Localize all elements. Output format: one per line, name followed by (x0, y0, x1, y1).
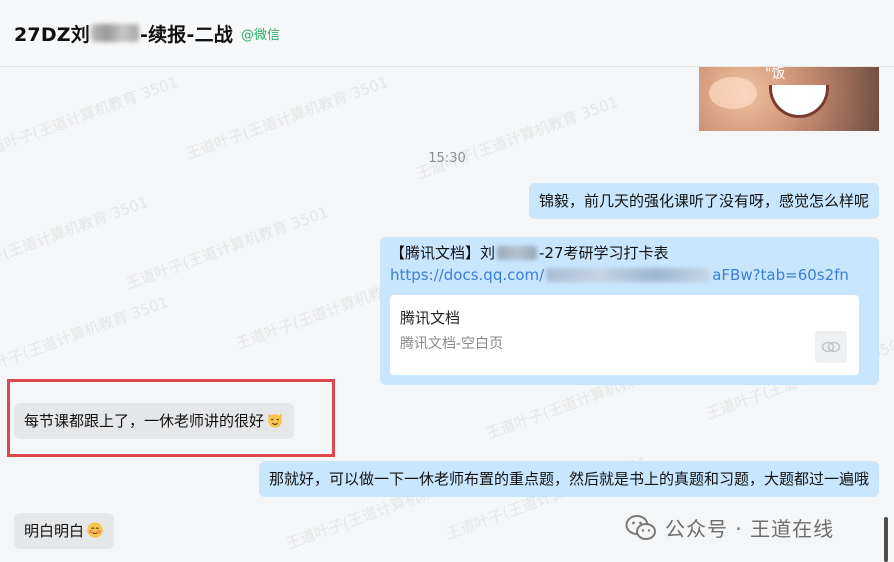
message-list[interactable]: 王道叶子(王道计算机教育 3501 王道叶子(王道计算机教育 3501 王道叶子… (0, 67, 894, 562)
doc-link-prefix[interactable]: https://docs.qq.com/ (390, 264, 544, 286)
watermark: 王道叶子(王道计算机教育 3501 (123, 202, 331, 293)
doc-title-suffix: -27考研学习打卡表 (539, 244, 669, 262)
message-bubble-self[interactable]: 锦毅，前几天的强化课听了没有呀，感觉怎么样呢 (528, 183, 879, 219)
official-account-label: 公众号 · 王道在线 (665, 517, 835, 541)
watermark: 王道叶子(王道计算机教育 3501 (0, 292, 171, 383)
photo-smile (769, 85, 829, 118)
watermark: 王道叶子(王道计算机教育 3501 (413, 92, 621, 183)
blushing-smile-emoji-icon (87, 522, 103, 538)
doc-link-suffix[interactable]: aFBw?tab=60s2fn (712, 264, 849, 286)
cat-face-emoji-icon (268, 413, 282, 428)
chat-title-prefix: 27DZ刘 (14, 23, 90, 46)
redacted-name-blur (91, 24, 139, 42)
chat-header: 27DZ刘 -续报-二战 @微信 (0, 0, 894, 67)
message-text: 明白明白 (24, 522, 85, 540)
doc-link[interactable]: https://docs.qq.com/ aFBw?tab=60s2fn (390, 264, 869, 286)
watermark: 王道叶子(王道计算机教育 3501 (183, 72, 391, 163)
doc-title-prefix: 【腾讯文档】刘 (390, 244, 496, 262)
photo-message[interactable]: "饭 (699, 67, 879, 131)
message-bubble-self[interactable]: 那就好，可以做一下一休老师布置的重点题，然后就是书上的真题和习题，大题都过一遍哦 (258, 461, 879, 497)
doc-card-title: 腾讯文档 (400, 309, 461, 327)
doc-share-title: 【腾讯文档】刘 -27考研学习打卡表 (390, 242, 869, 264)
doc-preview-card[interactable]: 腾讯文档 腾讯文档-空白页 (390, 295, 859, 375)
watermark: 王道叶子(王道计算机教育 3501 (0, 72, 181, 163)
message-timestamp: 15:30 (428, 151, 466, 166)
chat-title-suffix: -续报-二战 (140, 23, 233, 46)
scrollbar[interactable] (884, 517, 888, 562)
official-account-watermark: 公众号 · 王道在线 (625, 513, 834, 542)
doc-card-subtitle: 腾讯文档-空白页 (400, 336, 504, 352)
message-text: 每节课都跟上了，一休老师讲的很好 (24, 412, 265, 430)
photo-caption: "饭 (765, 67, 786, 82)
watermark: 王道叶子(王道计算机教育 3501 (0, 192, 151, 283)
message-bubble-other[interactable]: 明白明白 (14, 513, 115, 549)
link-icon (815, 331, 847, 363)
message-bubble-other[interactable]: 每节课都跟上了，一休老师讲的很好 (14, 403, 295, 439)
redacted-name-blur (497, 246, 538, 260)
shared-doc-message[interactable]: 【腾讯文档】刘 -27考研学习打卡表 https://docs.qq.com/ … (380, 237, 879, 385)
wechat-logo-icon (625, 514, 656, 540)
wechat-source-tag: @微信 (240, 27, 280, 43)
chat-window: 27DZ刘 -续报-二战 @微信 王道叶子(王道计算机教育 3501 王道叶子(… (0, 0, 894, 562)
photo-cheek (709, 77, 757, 109)
chat-title: 27DZ刘 -续报-二战 (14, 20, 233, 47)
redacted-link-blur (546, 268, 711, 282)
